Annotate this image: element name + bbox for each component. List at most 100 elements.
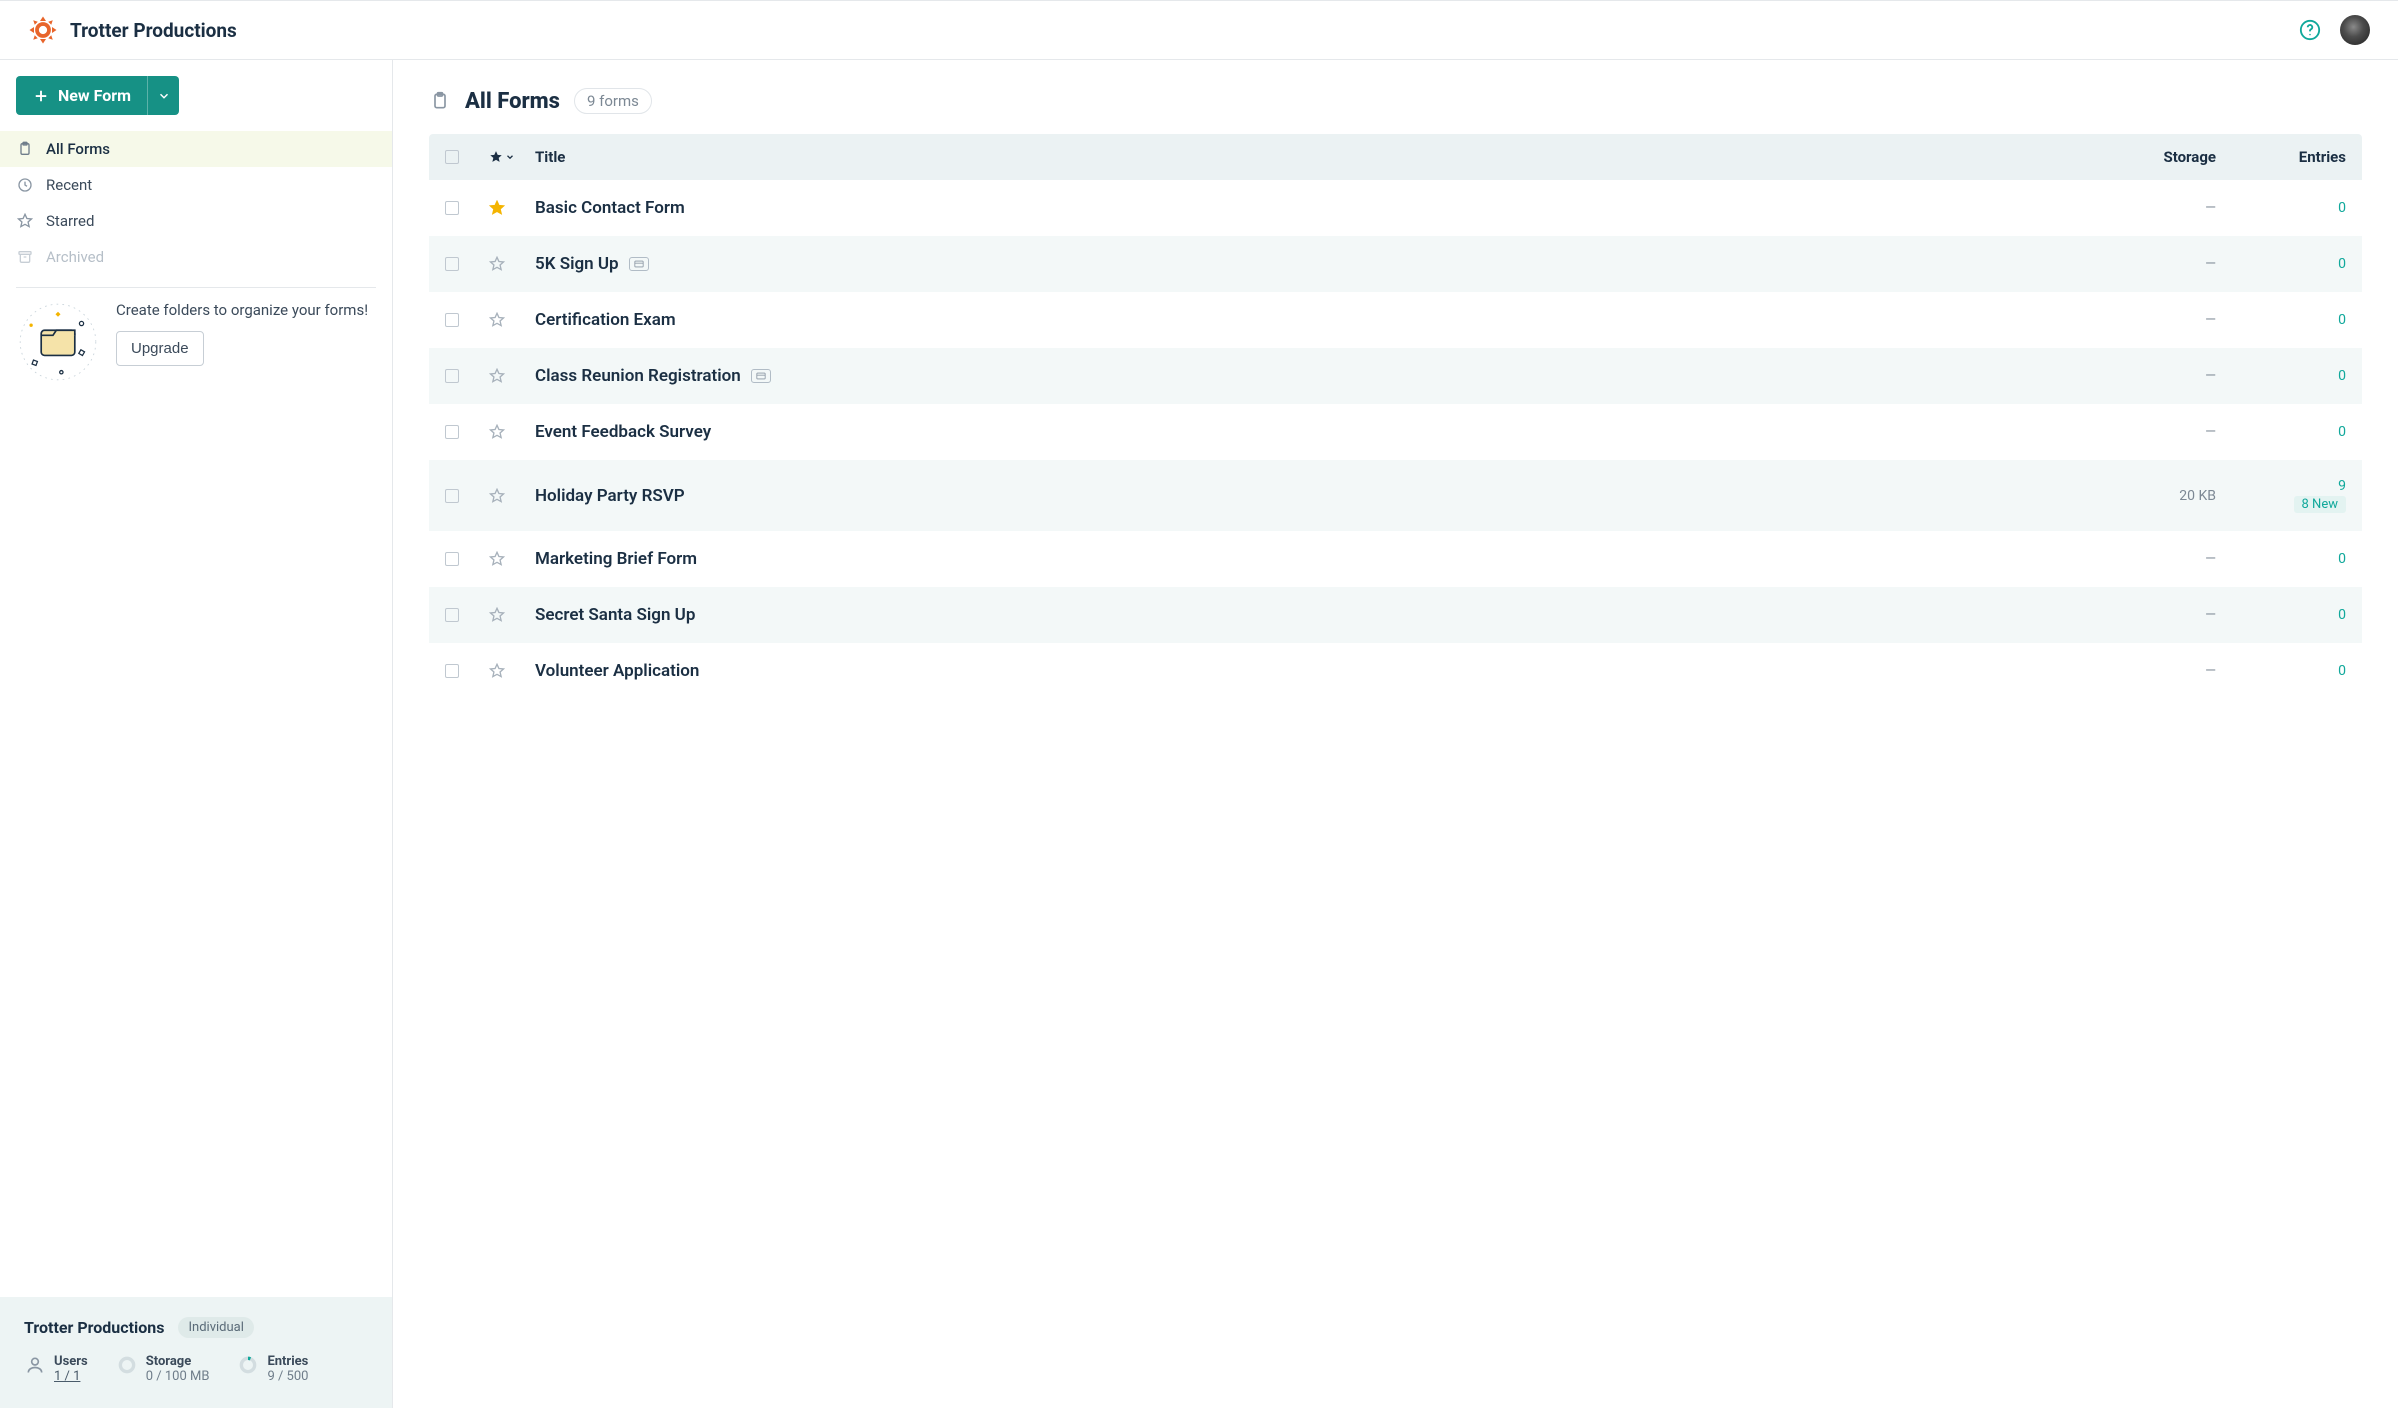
upgrade-button[interactable]: Upgrade xyxy=(116,331,204,366)
footer-plan-badge: Individual xyxy=(178,1317,253,1338)
row-checkbox[interactable] xyxy=(445,552,459,566)
form-title[interactable]: Basic Contact Form xyxy=(535,198,2086,218)
form-title[interactable]: Certification Exam xyxy=(535,310,2086,330)
storage-value: — xyxy=(2086,368,2216,384)
help-icon[interactable] xyxy=(2298,18,2322,42)
new-entries-badge: 8 New xyxy=(2294,496,2346,513)
sort-by-star[interactable] xyxy=(489,150,535,164)
row-checkbox[interactable] xyxy=(445,608,459,622)
page-title: All Forms xyxy=(465,89,560,114)
progress-ring-icon xyxy=(116,1354,138,1376)
table-row[interactable]: Marketing Brief Form — 0 xyxy=(429,531,2362,587)
entries-count: 0 xyxy=(2338,424,2346,440)
divider xyxy=(16,287,376,288)
sidebar-nav: All Forms Recent Starred xyxy=(0,131,392,275)
table-header: Title Storage Entries xyxy=(429,134,2362,180)
stat-storage: Storage 0 / 100 MB xyxy=(116,1354,210,1384)
entries-cell[interactable]: 0 xyxy=(2216,200,2346,216)
sidebar-item-starred[interactable]: Starred xyxy=(0,203,392,239)
row-checkbox[interactable] xyxy=(445,489,459,503)
row-checkbox[interactable] xyxy=(445,425,459,439)
table-row[interactable]: Class Reunion Registration — 0 xyxy=(429,348,2362,404)
row-star-toggle[interactable] xyxy=(489,663,535,679)
entries-cell[interactable]: 0 xyxy=(2216,663,2346,679)
sidebar-item-label: Recent xyxy=(46,176,92,194)
new-form-button[interactable]: New Form xyxy=(16,76,179,115)
sidebar-item-archived[interactable]: Archived xyxy=(0,239,392,275)
table-row[interactable]: 5K Sign Up — 0 xyxy=(429,236,2362,292)
sidebar-item-all-forms[interactable]: All Forms xyxy=(0,131,392,167)
storage-value: — xyxy=(2086,424,2216,440)
sidebar-item-recent[interactable]: Recent xyxy=(0,167,392,203)
entries-count: 0 xyxy=(2338,256,2346,272)
sidebar-item-label: Starred xyxy=(46,212,94,230)
row-checkbox[interactable] xyxy=(445,369,459,383)
star-icon xyxy=(16,212,34,230)
entries-count: 0 xyxy=(2338,607,2346,623)
table-row[interactable]: Holiday Party RSVP 20 KB 98 New xyxy=(429,460,2362,531)
table-row[interactable]: Secret Santa Sign Up — 0 xyxy=(429,587,2362,643)
payment-badge-icon xyxy=(629,257,649,271)
entries-count: 0 xyxy=(2338,312,2346,328)
row-star-toggle[interactable] xyxy=(489,551,535,567)
stat-label: Users xyxy=(54,1354,88,1369)
forms-table: Title Storage Entries Basic Contact Form… xyxy=(429,134,2362,699)
entries-count: 0 xyxy=(2338,368,2346,384)
form-title[interactable]: Holiday Party RSVP xyxy=(535,486,2086,506)
entries-cell[interactable]: 0 xyxy=(2216,551,2346,567)
column-entries[interactable]: Entries xyxy=(2216,148,2346,166)
column-title[interactable]: Title xyxy=(535,148,2086,166)
form-title[interactable]: Class Reunion Registration xyxy=(535,366,2086,386)
payment-badge-icon xyxy=(751,369,771,383)
form-title[interactable]: Secret Santa Sign Up xyxy=(535,605,2086,625)
row-checkbox[interactable] xyxy=(445,664,459,678)
page-count-badge: 9 forms xyxy=(574,88,652,114)
stat-value: 9 / 500 xyxy=(267,1369,308,1384)
table-row[interactable]: Event Feedback Survey — 0 xyxy=(429,404,2362,460)
brand-logo-icon xyxy=(28,15,58,45)
storage-value: — xyxy=(2086,312,2216,328)
row-star-toggle[interactable] xyxy=(489,256,535,272)
stat-users[interactable]: Users 1 / 1 xyxy=(24,1354,88,1384)
entries-cell[interactable]: 0 xyxy=(2216,607,2346,623)
topbar: Trotter Productions xyxy=(0,0,2398,60)
row-star-toggle[interactable] xyxy=(489,312,535,328)
new-form-chevron[interactable] xyxy=(147,76,179,115)
row-checkbox[interactable] xyxy=(445,313,459,327)
form-title[interactable]: 5K Sign Up xyxy=(535,254,2086,274)
row-star-toggle[interactable] xyxy=(489,424,535,440)
entries-count: 0 xyxy=(2338,663,2346,679)
stat-label: Entries xyxy=(267,1354,308,1369)
clipboard-icon xyxy=(429,88,451,114)
stat-value[interactable]: 1 / 1 xyxy=(54,1369,88,1384)
brand[interactable]: Trotter Productions xyxy=(28,15,237,45)
row-star-toggle[interactable] xyxy=(489,488,535,504)
archive-icon xyxy=(16,248,34,266)
select-all-checkbox[interactable] xyxy=(445,150,459,164)
table-row[interactable]: Basic Contact Form — 0 xyxy=(429,180,2362,236)
entries-cell[interactable]: 0 xyxy=(2216,312,2346,328)
table-row[interactable]: Volunteer Application — 0 xyxy=(429,643,2362,699)
entries-cell[interactable]: 98 New xyxy=(2216,478,2346,513)
column-storage[interactable]: Storage xyxy=(2086,148,2216,166)
entries-cell[interactable]: 0 xyxy=(2216,424,2346,440)
row-star-toggle[interactable] xyxy=(489,368,535,384)
form-title[interactable]: Event Feedback Survey xyxy=(535,422,2086,442)
new-form-label: New Form xyxy=(58,86,131,105)
form-title[interactable]: Marketing Brief Form xyxy=(535,549,2086,569)
row-checkbox[interactable] xyxy=(445,201,459,215)
form-title[interactable]: Volunteer Application xyxy=(535,661,2086,681)
table-row[interactable]: Certification Exam — 0 xyxy=(429,292,2362,348)
entries-cell[interactable]: 0 xyxy=(2216,256,2346,272)
avatar[interactable] xyxy=(2340,15,2370,45)
sidebar-footer: Trotter Productions Individual Users 1 /… xyxy=(0,1297,392,1408)
row-star-toggle[interactable] xyxy=(489,200,535,216)
row-checkbox[interactable] xyxy=(445,257,459,271)
promo-text: Create folders to organize your forms! xyxy=(116,300,368,321)
clipboard-icon xyxy=(16,140,34,158)
entries-cell[interactable]: 0 xyxy=(2216,368,2346,384)
row-star-toggle[interactable] xyxy=(489,607,535,623)
entries-count: 0 xyxy=(2338,551,2346,567)
user-icon xyxy=(24,1354,46,1376)
stat-entries: Entries 9 / 500 xyxy=(237,1354,308,1384)
